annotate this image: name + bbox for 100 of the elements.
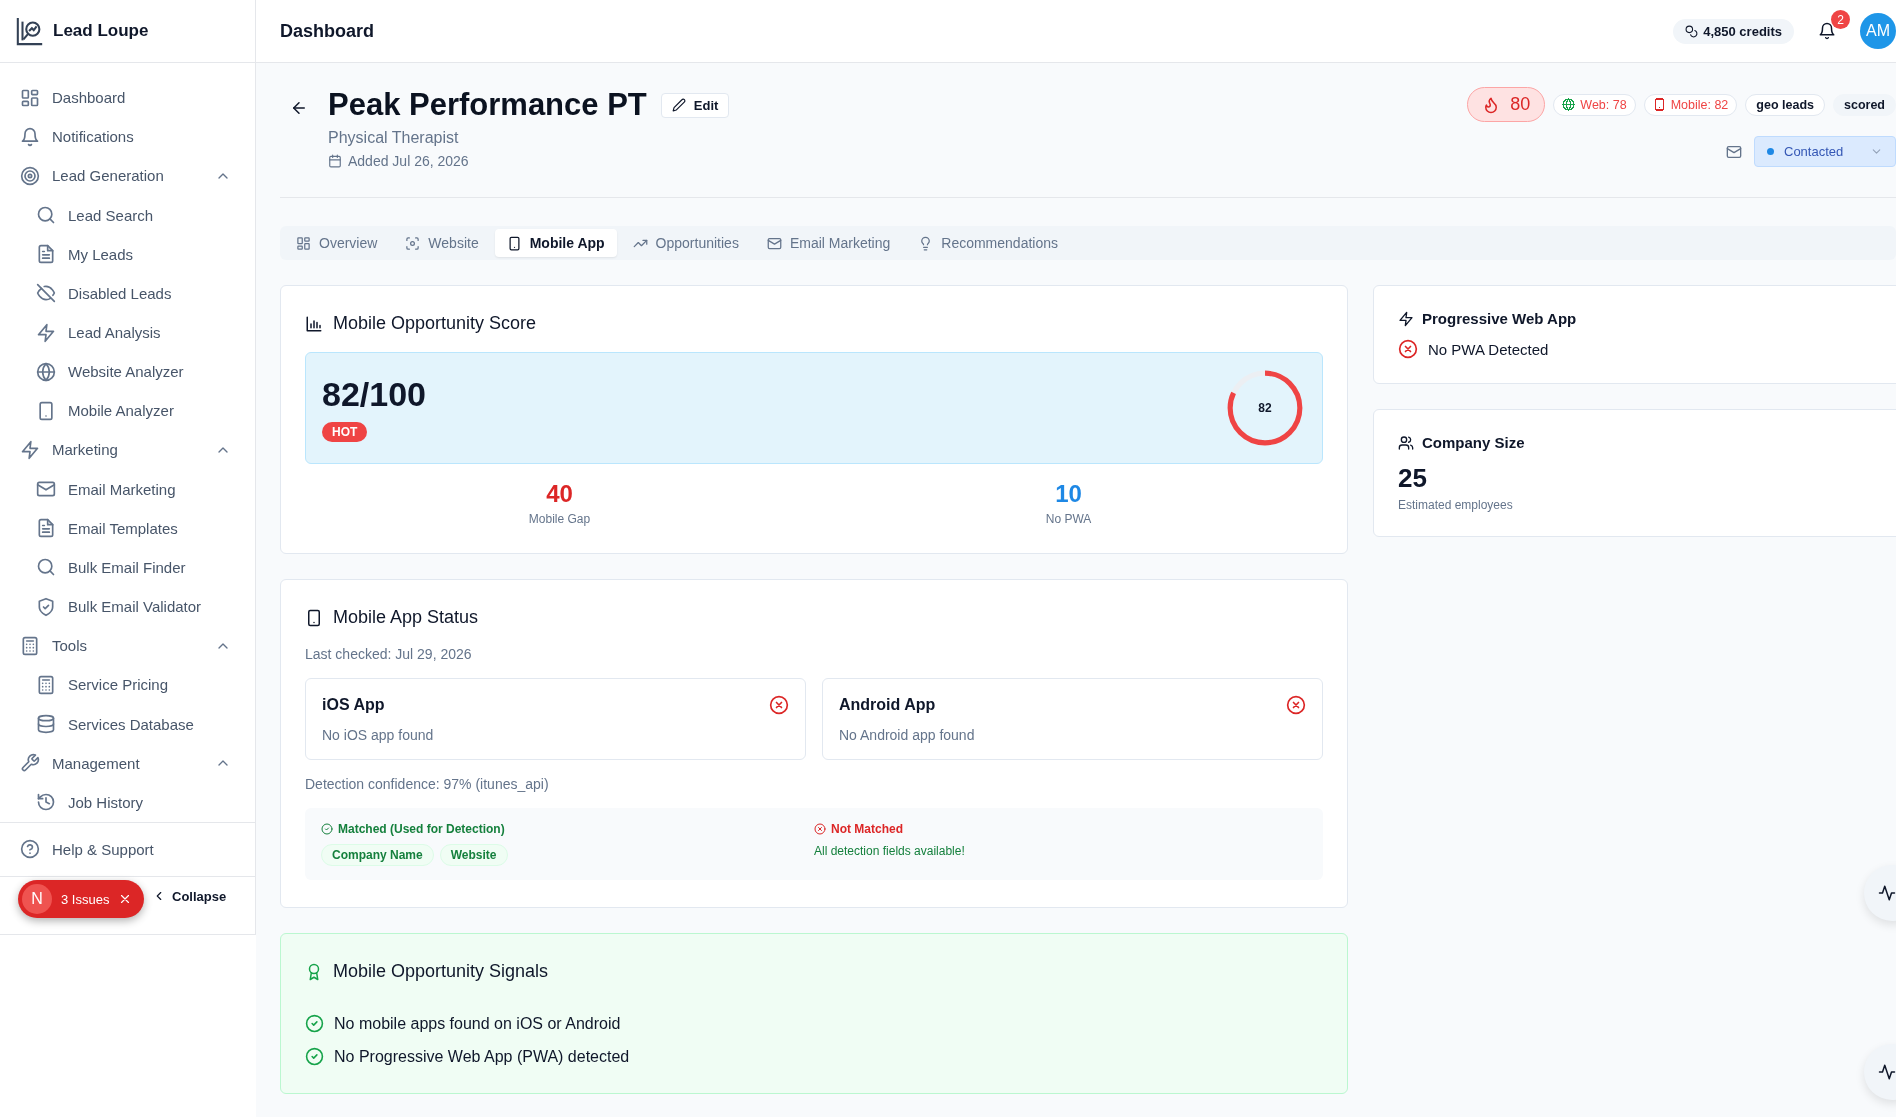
search-icon	[36, 557, 56, 578]
sidebar-item[interactable]: Management	[0, 743, 255, 783]
zap-icon	[1398, 310, 1414, 327]
not-matched-message: All detection fields available!	[814, 844, 966, 858]
sidebar-item[interactable]: Bulk Email Finder	[0, 547, 255, 588]
sidebar-item[interactable]: Email Marketing	[0, 469, 255, 509]
matched-title: Matched (Used for Detection)	[338, 822, 505, 836]
grid-icon	[296, 235, 311, 251]
card-title: Mobile Opportunity Score	[333, 313, 537, 334]
sidebar-item[interactable]: Mobile Analyzer	[0, 391, 255, 431]
coins-icon	[1685, 24, 1699, 38]
tab[interactable]: Email Marketing	[754, 229, 903, 257]
app-name: Lead Loupe	[53, 21, 149, 41]
gauge-value: 82	[1258, 401, 1272, 415]
activity-icon	[1878, 1063, 1896, 1081]
wrench-icon	[20, 753, 40, 774]
page-title: Dashboard	[280, 20, 375, 42]
company-size-value: 25	[1398, 463, 1428, 494]
activity-icon	[1878, 884, 1896, 902]
status-dropdown[interactable]: Contacted	[1754, 136, 1896, 167]
issues-badge[interactable]: N 3 Issues	[18, 880, 145, 918]
sidebar-item[interactable]: Services Database	[0, 704, 255, 744]
pencil-icon	[671, 98, 686, 112]
calculator-icon	[36, 674, 56, 695]
tab[interactable]: Overview	[284, 229, 390, 257]
sidebar-item[interactable]: Website Analyzer	[0, 352, 255, 392]
card-title: Mobile Opportunity Signals	[333, 961, 549, 982]
mail-icon	[36, 479, 56, 500]
bar-chart-icon	[305, 314, 323, 333]
sidebar-item[interactable]: Bulk Email Validator	[0, 587, 255, 627]
lead-name: Peak Performance PT	[328, 87, 647, 123]
card-title: Mobile App Status	[333, 607, 479, 628]
sidebar-item[interactable]: Service Pricing	[0, 665, 255, 705]
sidebar-item[interactable]: Lead Generation	[0, 156, 255, 196]
status-dot	[1767, 148, 1774, 155]
zap-icon	[20, 440, 40, 460]
tab[interactable]: Recommendations	[906, 229, 1070, 257]
check-circle-icon	[321, 823, 333, 835]
eye-off-icon	[36, 283, 56, 304]
globe-icon	[36, 361, 56, 382]
edit-button[interactable]: Edit	[660, 92, 730, 118]
help-link[interactable]: Help & Support	[0, 829, 255, 870]
detection-confidence: Detection confidence: 97% (itunes_api)	[305, 776, 550, 792]
sidebar-item[interactable]: Notifications	[0, 117, 255, 157]
signal-text: No mobile apps found on iOS or Android	[334, 1014, 621, 1033]
x-circle-icon	[814, 823, 826, 835]
stat-label: Mobile Gap	[528, 512, 591, 526]
sidebar-item[interactable]: Disabled Leads	[0, 273, 255, 313]
lead-category: Physical Therapist	[328, 129, 460, 147]
app-status: No iOS app found	[322, 727, 435, 743]
issues-label: 3 Issues	[61, 891, 110, 907]
added-date: Added Jul 26, 2026	[348, 153, 469, 169]
score-pill: Web: 78	[1553, 93, 1636, 116]
target-icon	[20, 165, 40, 186]
bell-icon	[20, 126, 40, 147]
calendar-icon	[328, 154, 342, 168]
sidebar-item[interactable]: Tools	[0, 626, 255, 666]
phone-icon	[305, 608, 323, 627]
sidebar-item[interactable]: Marketing	[0, 430, 255, 470]
phone-icon	[36, 400, 56, 421]
collapse-button[interactable]: Collapse	[152, 888, 227, 904]
tab[interactable]: Website	[393, 229, 491, 257]
stat-value: 10	[1055, 480, 1082, 508]
field-chip: Company Name	[321, 844, 434, 866]
card-title: Progressive Web App	[1422, 310, 1577, 327]
tag[interactable]: scored	[1833, 93, 1896, 116]
sidebar-item[interactable]: Email Templates	[0, 508, 255, 548]
history-icon	[36, 792, 56, 813]
avatar: N	[22, 884, 52, 914]
file-icon	[36, 518, 56, 539]
tab[interactable]: Opportunities	[620, 229, 751, 257]
company-size-caption: Estimated employees	[1398, 498, 1514, 512]
score-pill: Mobile: 82	[1643, 93, 1738, 116]
database-icon	[36, 714, 56, 735]
email-button[interactable]	[1726, 143, 1742, 160]
credits-pill: 4,850 credits	[1673, 18, 1794, 44]
score-value: 82/100	[322, 374, 426, 414]
card-title: Company Size	[1422, 434, 1525, 451]
calculator-icon	[20, 635, 40, 656]
tag[interactable]: geo leads	[1745, 93, 1825, 116]
check-circle-icon	[305, 1047, 324, 1066]
logo-icon	[15, 16, 45, 46]
sidebar-item[interactable]: My Leads	[0, 234, 255, 274]
sidebar-item[interactable]: Dashboard	[0, 78, 255, 118]
stat-label: No PWA	[1045, 512, 1092, 526]
zap-icon	[36, 322, 56, 343]
hot-badge: HOT	[322, 421, 368, 442]
tab[interactable]: Mobile App	[494, 229, 617, 257]
help-icon	[20, 839, 40, 860]
sidebar-item[interactable]: Job History	[0, 782, 255, 822]
notification-badge: 2	[1831, 10, 1850, 29]
phone-icon	[506, 235, 522, 251]
sidebar-item[interactable]: Lead Analysis	[0, 312, 255, 353]
x-circle-icon	[1398, 339, 1418, 359]
mail-icon	[766, 235, 782, 251]
field-chip: Website	[439, 844, 508, 866]
app-name: iOS App	[322, 696, 385, 714]
check-circle-icon	[305, 1014, 324, 1033]
back-button[interactable]	[290, 99, 308, 117]
sidebar-item[interactable]: Lead Search	[0, 195, 255, 235]
